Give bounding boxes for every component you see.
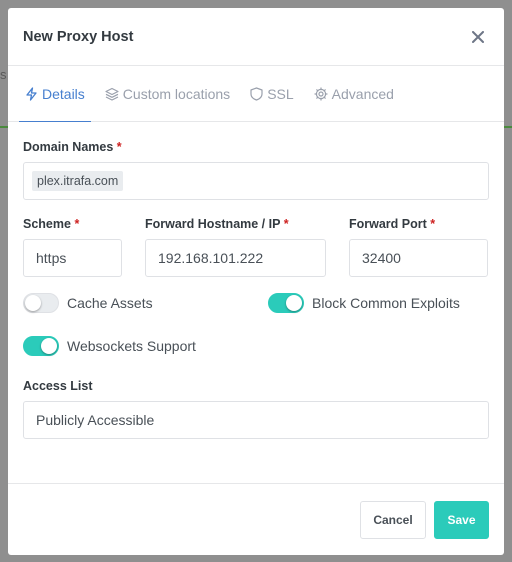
tab-label: Details	[42, 85, 85, 102]
required-mark: *	[74, 217, 80, 231]
tab-ssl[interactable]: SSL	[244, 66, 299, 121]
websockets-switch[interactable]	[23, 336, 59, 356]
gear-icon	[314, 86, 328, 101]
forward-host-label: Forward Hostname / IP *	[145, 217, 349, 231]
access-list-value: Publicly Accessible	[36, 412, 155, 428]
forward-port-group: Forward Port * 32400	[349, 217, 488, 277]
modal-footer: Cancel Save	[8, 483, 504, 555]
scheme-select[interactable]: https	[23, 239, 122, 277]
cancel-button[interactable]: Cancel	[360, 500, 426, 539]
scheme-label: Scheme *	[23, 217, 145, 231]
toggles-row-2: Websockets Support	[23, 336, 489, 356]
background-accent-line-left	[0, 126, 8, 128]
access-list-group: Access List Publicly Accessible	[23, 379, 489, 439]
forward-host-value: 192.168.101.222	[158, 250, 264, 266]
domain-names-group: Domain Names * plex.itrafa.com	[23, 140, 489, 200]
tab-custom-locations[interactable]: Custom locations	[99, 66, 236, 121]
forward-port-value: 32400	[362, 250, 401, 266]
tab-label: Advanced	[331, 85, 394, 102]
switch-knob	[286, 295, 302, 311]
forward-port-label: Forward Port *	[349, 217, 488, 231]
modal-header: New Proxy Host	[8, 8, 504, 66]
forward-row: Scheme * https Forward Hostname / IP * 1…	[23, 217, 489, 277]
tab-advanced[interactable]: Advanced	[308, 66, 400, 121]
background-accent-line-right	[504, 126, 512, 128]
domain-tag[interactable]: plex.itrafa.com	[32, 171, 124, 191]
shield-icon	[250, 86, 263, 101]
cache-assets-label: Cache Assets	[67, 295, 153, 311]
domain-names-label-text: Domain Names	[23, 140, 114, 154]
close-button[interactable]	[468, 27, 488, 47]
form-body: Domain Names * plex.itrafa.com Scheme * …	[8, 140, 504, 439]
switch-knob	[41, 338, 57, 354]
cache-assets-toggle[interactable]: Cache Assets	[23, 293, 268, 313]
tab-bar: Details Custom locations SSL Advanced	[8, 66, 504, 122]
required-mark: *	[116, 140, 122, 154]
switch-knob	[25, 295, 41, 311]
required-mark: *	[430, 217, 436, 231]
block-exploits-switch[interactable]	[268, 293, 304, 313]
domain-names-label: Domain Names *	[23, 140, 489, 154]
tab-details[interactable]: Details	[19, 66, 91, 122]
forward-host-group: Forward Hostname / IP * 192.168.101.222	[145, 217, 349, 277]
layers-icon	[105, 87, 119, 101]
background-fragment-left: s	[0, 67, 7, 82]
domain-names-input[interactable]: plex.itrafa.com	[23, 162, 489, 200]
scheme-group: Scheme * https	[23, 217, 145, 277]
access-list-select[interactable]: Publicly Accessible	[23, 401, 489, 439]
forward-host-input[interactable]: 192.168.101.222	[145, 239, 326, 277]
tab-label: Custom locations	[122, 85, 231, 102]
tab-label: SSL	[267, 85, 294, 102]
scheme-label-text: Scheme	[23, 217, 71, 231]
forward-port-input[interactable]: 32400	[349, 239, 488, 277]
block-exploits-label: Block Common Exploits	[312, 295, 460, 311]
scheme-value: https	[36, 250, 67, 266]
toggles-row-1: Cache Assets Block Common Exploits	[23, 293, 489, 313]
modal-title: New Proxy Host	[23, 28, 134, 45]
forward-port-label-text: Forward Port	[349, 217, 427, 231]
save-button[interactable]: Save	[434, 500, 489, 539]
required-mark: *	[283, 217, 289, 231]
websockets-label: Websockets Support	[67, 338, 196, 354]
new-proxy-host-modal: New Proxy Host Details Custom locations …	[8, 8, 504, 555]
block-exploits-toggle[interactable]: Block Common Exploits	[268, 293, 460, 313]
access-list-label: Access List	[23, 379, 93, 393]
bolt-icon	[26, 86, 37, 101]
websockets-toggle[interactable]: Websockets Support	[23, 336, 489, 356]
cache-assets-switch[interactable]	[23, 293, 59, 313]
close-icon	[472, 30, 484, 43]
forward-host-label-text: Forward Hostname / IP	[145, 217, 281, 231]
